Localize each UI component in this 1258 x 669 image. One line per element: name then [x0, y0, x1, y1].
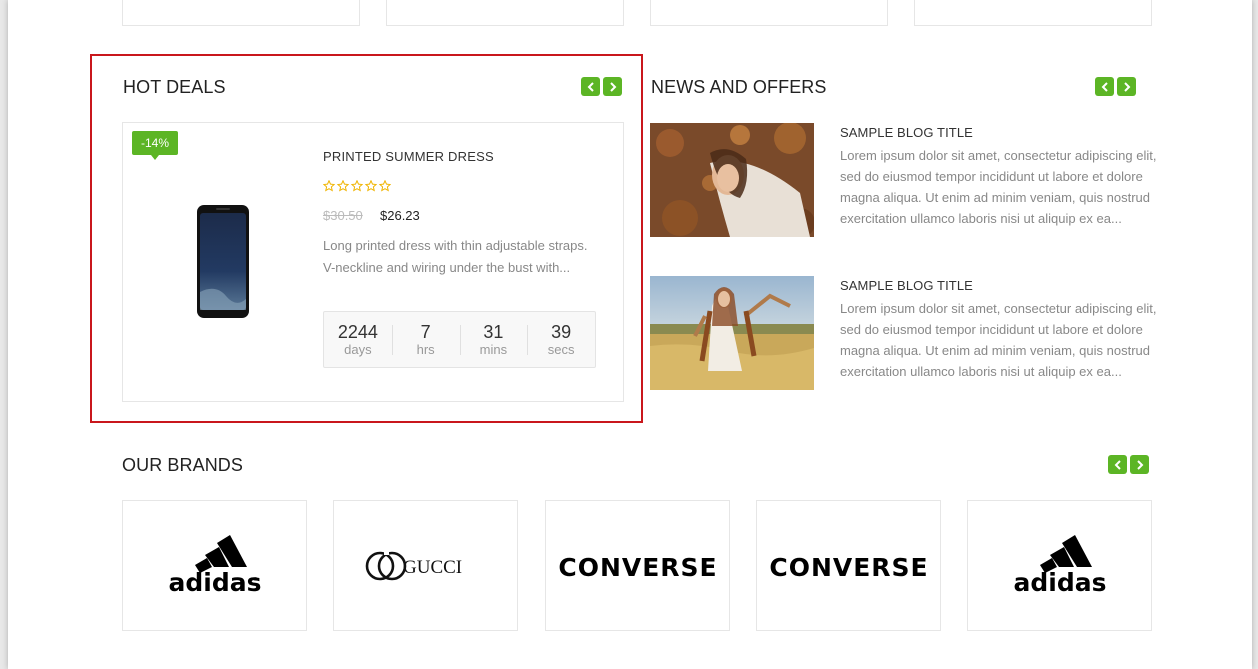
- next-button[interactable]: [1130, 455, 1149, 474]
- adidas-logo: adidas ®: [168, 534, 261, 597]
- star-icon: [365, 180, 377, 192]
- gucci-logo: GUCCI: [365, 550, 462, 580]
- next-button[interactable]: [1117, 77, 1136, 96]
- countdown-value: 7: [420, 321, 431, 342]
- brand-adidas[interactable]: adidas ®: [122, 500, 307, 631]
- news-nav: [1095, 77, 1136, 96]
- countdown-seconds: 39 secs: [527, 322, 595, 358]
- star-icon: [351, 180, 363, 192]
- countdown-days: 2244 days: [324, 322, 392, 358]
- chevron-left-icon: [1101, 81, 1108, 92]
- adidas-logo: adidas ®: [1013, 534, 1106, 597]
- hot-deals-title: HOT DEALS: [123, 77, 226, 97]
- top-product-box[interactable]: [650, 0, 888, 26]
- chevron-right-icon: [1136, 459, 1143, 470]
- svg-text:CONVERSE: CONVERSE: [558, 553, 717, 581]
- new-price: $26.23: [380, 208, 420, 223]
- countdown-label: secs: [547, 341, 575, 357]
- blog-title[interactable]: SAMPLE BLOG TITLE: [840, 278, 973, 293]
- chevron-right-icon: [1123, 81, 1130, 92]
- countdown-label: days: [344, 341, 372, 357]
- svg-text:®: ®: [1098, 576, 1103, 583]
- blog-image[interactable]: [650, 276, 814, 390]
- discount-badge: -14%: [132, 131, 178, 160]
- top-product-box[interactable]: [122, 0, 360, 26]
- old-price: $30.50: [323, 208, 363, 223]
- top-product-box[interactable]: [386, 0, 624, 26]
- countdown-timer: 2244 days 7 hrs 31 mins 39 secs: [323, 311, 596, 368]
- blog-excerpt: Lorem ipsum dolor sit amet, consectetur …: [840, 301, 1157, 379]
- countdown-label: hrs: [416, 341, 435, 357]
- star-icon: [379, 180, 391, 192]
- brand-converse[interactable]: CONVERSE: [756, 500, 941, 631]
- phone-image: [197, 205, 249, 318]
- prev-button[interactable]: [1095, 77, 1114, 96]
- svg-text:GUCCI: GUCCI: [403, 557, 462, 578]
- countdown-value: 39: [551, 321, 572, 342]
- prev-button[interactable]: [581, 77, 600, 96]
- countdown-minutes: 31 mins: [459, 321, 528, 358]
- blog-excerpt: Lorem ipsum dolor sit amet, consectetur …: [840, 148, 1157, 226]
- product-description: Long printed dress with thin adjustable …: [323, 238, 588, 275]
- countdown-value: 31: [483, 321, 504, 342]
- brand-gucci[interactable]: GUCCI: [333, 500, 518, 631]
- news-title: NEWS AND OFFERS: [651, 77, 827, 97]
- rating-stars: [323, 180, 391, 192]
- chevron-left-icon: [587, 81, 594, 92]
- star-icon: [323, 180, 335, 192]
- woman-in-field-photo: [650, 276, 814, 390]
- chevron-left-icon: [1114, 459, 1121, 470]
- woman-in-leaves-photo: [650, 123, 814, 237]
- converse-logo: CONVERSE: [769, 553, 928, 581]
- chevron-right-icon: [609, 81, 616, 92]
- top-product-box[interactable]: [914, 0, 1152, 26]
- next-button[interactable]: [603, 77, 622, 96]
- brands-nav: [1108, 455, 1149, 474]
- countdown-value: 2244: [337, 321, 378, 342]
- svg-text:adidas: adidas: [1013, 568, 1106, 597]
- converse-logo: CONVERSE: [558, 553, 717, 581]
- countdown-hours: 7 hrs: [391, 321, 460, 358]
- countdown-label: mins: [479, 341, 508, 357]
- brands-title: OUR BRANDS: [122, 455, 244, 475]
- prev-button[interactable]: [1108, 455, 1127, 474]
- star-icon: [337, 180, 349, 192]
- hot-deals-nav: [581, 77, 622, 96]
- product-name[interactable]: PRINTED SUMMER DRESS: [323, 149, 494, 164]
- product-image[interactable]: [196, 204, 250, 319]
- brand-adidas[interactable]: adidas ®: [967, 500, 1152, 631]
- blog-title[interactable]: SAMPLE BLOG TITLE: [840, 125, 973, 140]
- svg-text:®: ®: [253, 576, 258, 583]
- svg-text:adidas: adidas: [168, 568, 261, 597]
- brand-converse[interactable]: CONVERSE: [545, 500, 730, 631]
- svg-text:CONVERSE: CONVERSE: [769, 553, 928, 581]
- blog-image[interactable]: [650, 123, 814, 237]
